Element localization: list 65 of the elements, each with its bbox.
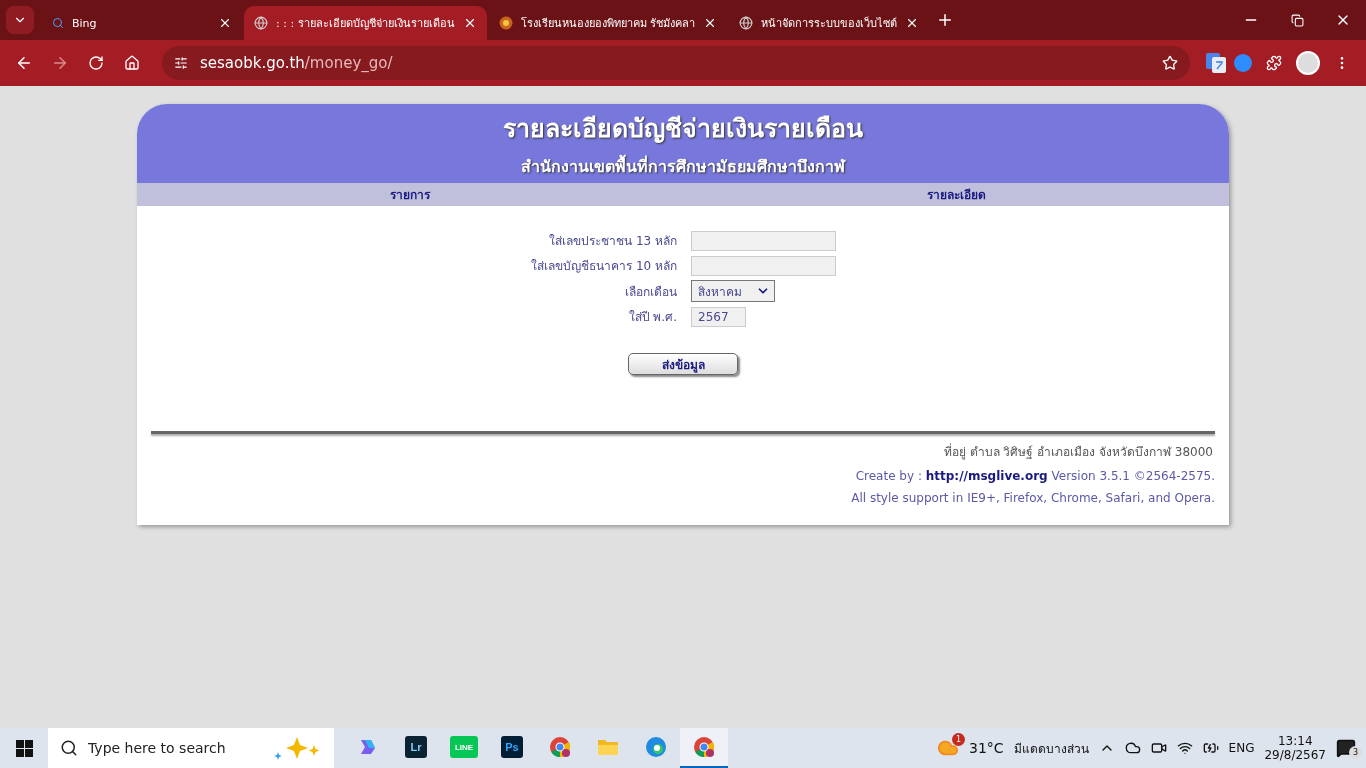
address-bar[interactable]: sesaobk.go.th/money_go/ (162, 46, 1190, 80)
temperature-text: 31°C (969, 740, 1004, 756)
search-icon (60, 739, 78, 757)
globe-icon (254, 16, 268, 30)
year-field[interactable]: 2567 (691, 307, 746, 327)
windows-logo-icon[interactable] (15, 739, 33, 757)
wifi-icon[interactable] (1176, 740, 1193, 756)
clock[interactable]: 13:14 29/8/2567 (1264, 734, 1326, 762)
close-tab-icon[interactable] (218, 16, 232, 30)
tab-title: หน้าจัดการระบบของเว็บไซต์ (761, 15, 898, 32)
extensions-icon[interactable] (1266, 55, 1282, 71)
column-header: รายการ (389, 187, 432, 204)
taskbar-app[interactable]: Lr (392, 728, 440, 768)
restore-icon[interactable] (1290, 13, 1304, 27)
chrome-icon (549, 736, 571, 758)
language-indicator[interactable]: ENG (1228, 741, 1255, 755)
field-label: เลือกเดือน (624, 283, 677, 301)
translate-icon[interactable] (1206, 53, 1226, 73)
emblem-icon (498, 16, 513, 30)
browser-tab[interactable]: : : : รายละเอียดบัญชีจ่ายเงินรายเดือน (244, 6, 487, 40)
bookmark-star-icon[interactable] (1162, 55, 1178, 71)
field-label: ใส่เลขบัญชีธนาคาร 10 หลัก (530, 258, 677, 275)
text-field[interactable] (691, 256, 836, 276)
page-subtitle: สำนักงานเขตพื้นที่การศึกษามัธยมศึกษาบึงกาฬ (521, 154, 845, 179)
address-text: ที่อยู่ ตำบล วิศิษฐ์ อำเภอเมือง จังหวัดบึงกาฬ 38000 (943, 442, 1214, 461)
edge-icon (645, 736, 667, 758)
tab-title: : : : รายละเอียดบัญชีจ่ายเงินรายเดือน (276, 16, 455, 32)
battery-icon[interactable] (1202, 740, 1219, 756)
site-settings-icon[interactable] (174, 56, 188, 70)
globe-icon (739, 16, 754, 30)
taskbar-app[interactable] (680, 728, 728, 768)
taskbar-app[interactable]: Ps (488, 728, 536, 768)
browser-tab[interactable]: Bing (42, 6, 242, 40)
url-text: sesaobk.go.th/money_go/ (200, 54, 393, 72)
weather-condition: มีแดดบางส่วน (1013, 740, 1089, 758)
field-label: ใส่เลขประชาชน 13 หลัก (548, 233, 677, 250)
home-icon[interactable] (124, 55, 140, 71)
month-dropdown[interactable]: สิงหาคม (691, 280, 775, 302)
text-field[interactable] (691, 231, 836, 251)
taskbar-search-field[interactable]: Type here to search (48, 728, 334, 768)
search-icon (52, 17, 64, 29)
app-tile-icon: Ps (501, 736, 523, 758)
browser-support-text: All style support in IE9+, Firefox, Chrome, Safari, and Opera. (851, 491, 1215, 505)
app-tile-icon: Lr (405, 736, 427, 758)
credit-link[interactable]: http://msglive.org (925, 469, 1048, 483)
back-icon[interactable] (15, 54, 33, 72)
column-header: รายละเอียด (925, 187, 987, 204)
browser-tab[interactable]: โรงเรียนหนองยองพิทยาคม รัชมังคลา (488, 6, 728, 40)
submit-button[interactable]: ส่งข้อมูล (628, 353, 738, 375)
tab-title: โรงเรียนหนองยองพิทยาคม รัชมังคลา (520, 16, 696, 32)
notification-count: 3 (1349, 746, 1362, 759)
browser-tab[interactable]: หน้าจัดการระบบของเว็บไซต์ (729, 6, 930, 40)
field-label: ใส่ปี พ.ศ. (627, 309, 677, 326)
chat-app-icon: LINE (450, 736, 478, 758)
folder-icon (597, 738, 619, 756)
chrome-icon (693, 736, 715, 758)
cloud-sync-icon[interactable] (1124, 740, 1141, 756)
forward-icon[interactable] (51, 54, 69, 72)
notification-badge: 1 (952, 733, 965, 746)
credit-text: Create by : http://msglive.org Version 3.5.1 ©2564-2575. (855, 469, 1215, 483)
tab-title: Bing (72, 16, 98, 30)
camera-icon[interactable] (1150, 740, 1167, 756)
reload-icon[interactable] (88, 55, 104, 71)
profile-avatar[interactable] (1296, 51, 1320, 75)
page-title: รายละเอียดบัญชีจ่ายเงินรายเดือน (503, 113, 863, 145)
